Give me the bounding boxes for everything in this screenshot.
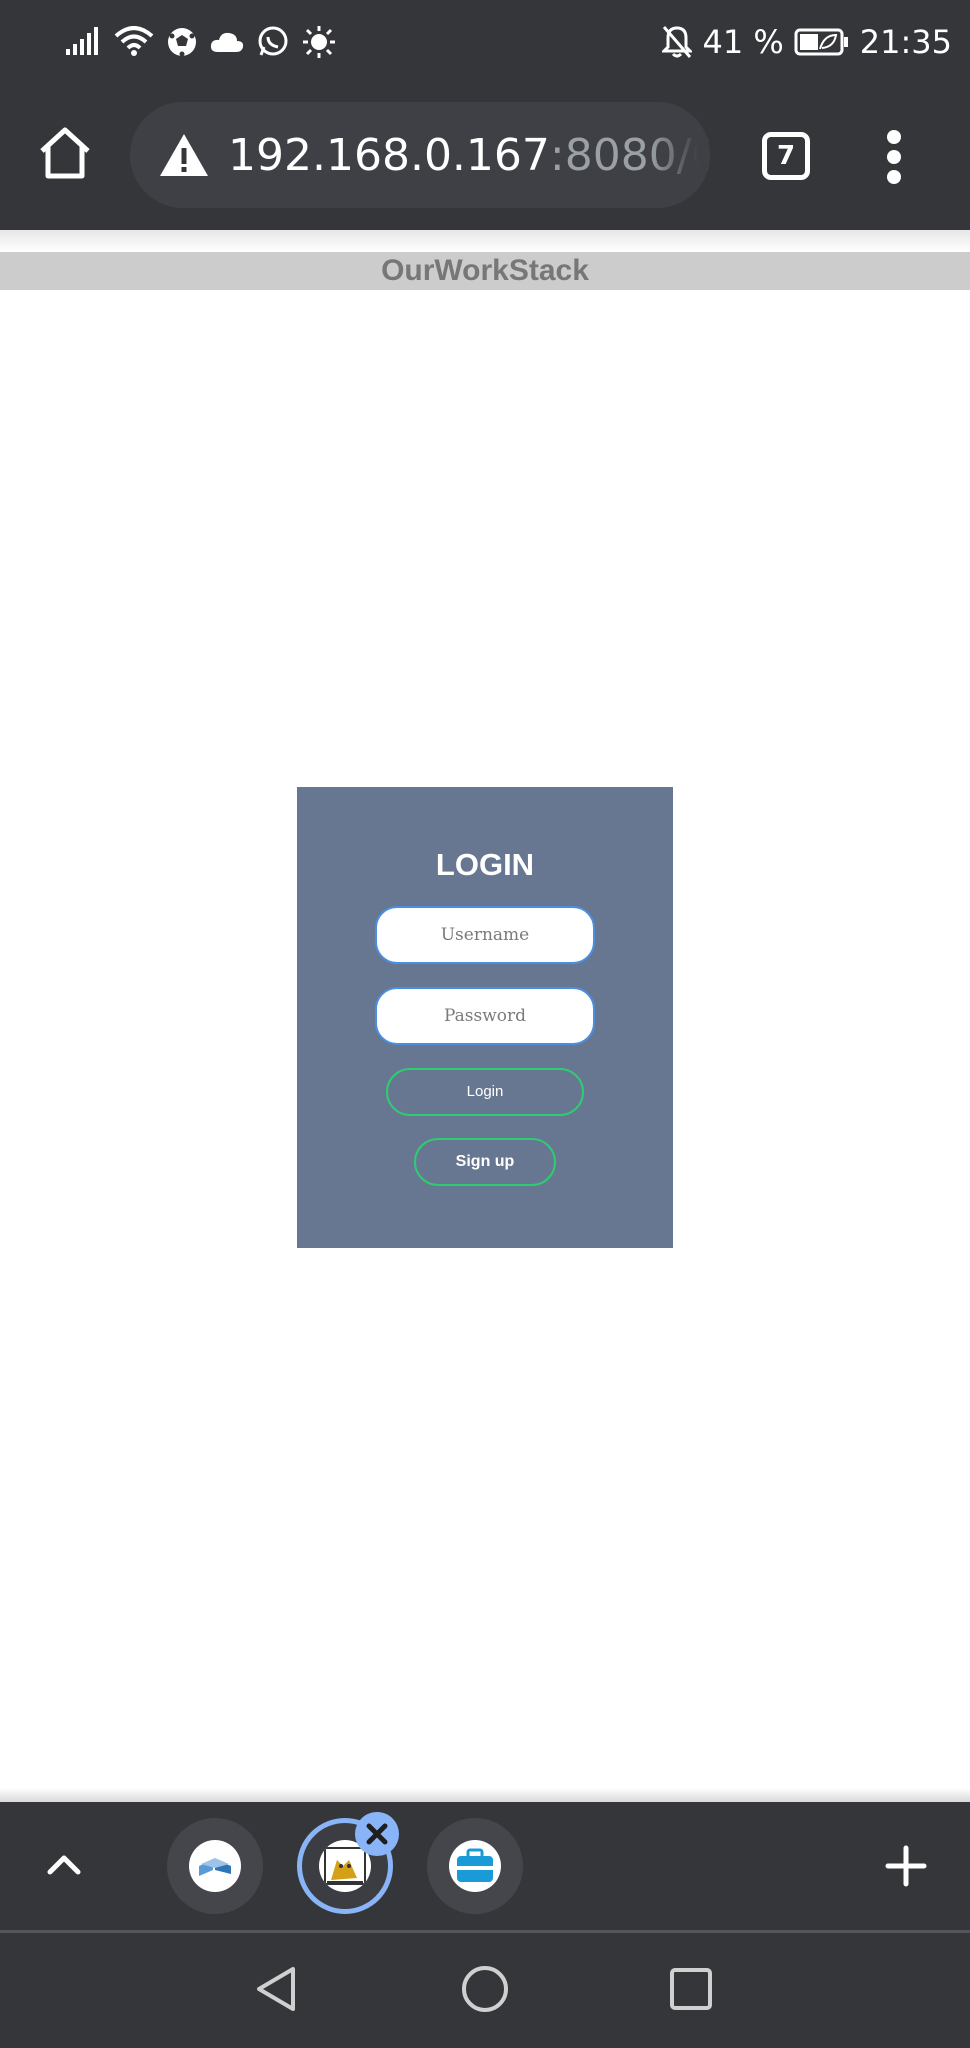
- login-title: LOGIN: [435, 847, 535, 882]
- navigation-bar: [0, 1933, 970, 2048]
- signup-button[interactable]: Sign up: [414, 1138, 556, 1186]
- warning-icon[interactable]: [158, 132, 210, 178]
- add-tab-icon[interactable]: [884, 1844, 928, 1888]
- username-input[interactable]: [375, 906, 595, 964]
- battery-saver-icon: [794, 28, 848, 56]
- tab-thumbnail[interactable]: [167, 1818, 263, 1914]
- home-icon[interactable]: [36, 124, 94, 182]
- cloud-stack-app-icon: [189, 1840, 241, 1892]
- menu-dot: [887, 170, 901, 184]
- briefcase-icon: [449, 1840, 501, 1892]
- tab-switcher-button[interactable]: 7: [762, 132, 810, 180]
- url-fade: [650, 102, 710, 208]
- status-icons-left: [66, 22, 336, 62]
- login-button[interactable]: Login: [386, 1068, 584, 1116]
- close-tab-icon[interactable]: [355, 1812, 399, 1856]
- tab-thumbnail[interactable]: [427, 1818, 523, 1914]
- tabstrip-shadow: [0, 1788, 970, 1802]
- cloud-icon: [210, 32, 244, 52]
- page-top-shadow: [0, 230, 970, 252]
- soccer-ball-icon: [168, 28, 196, 57]
- battery-percent: 41 %: [702, 23, 784, 61]
- login-panel: LOGIN Login Sign up: [297, 787, 673, 1248]
- site-title: OurWorkStack: [0, 252, 970, 290]
- bell-off-icon: [662, 26, 693, 58]
- back-icon[interactable]: [251, 1963, 303, 2015]
- home-nav-icon[interactable]: [459, 1963, 511, 2015]
- more-options-icon[interactable]: [876, 130, 912, 184]
- chevron-up-icon[interactable]: [44, 1844, 84, 1884]
- wifi-icon: [114, 26, 154, 56]
- recents-icon[interactable]: [665, 1963, 717, 2015]
- menu-dot: [887, 130, 901, 144]
- url-host: 192.168.0.167: [228, 130, 550, 181]
- status-icons-right: 41 % 21:35: [662, 18, 952, 66]
- browser-toolbar: 192.168.0.167:8080/OurWorkStack 7: [0, 84, 970, 230]
- menu-dot: [887, 150, 901, 164]
- status-bar: 41 % 21:35: [0, 0, 970, 84]
- whatsapp-icon: [258, 26, 288, 56]
- url-text[interactable]: 192.168.0.167:8080/OurWorkStack: [228, 128, 710, 184]
- brightness-icon: [303, 26, 335, 58]
- clock: 21:35: [859, 23, 952, 61]
- signal-icon: [66, 27, 98, 55]
- password-input[interactable]: [375, 987, 595, 1045]
- address-bar[interactable]: 192.168.0.167:8080/OurWorkStack: [130, 102, 710, 208]
- tab-strip: [0, 1802, 970, 1930]
